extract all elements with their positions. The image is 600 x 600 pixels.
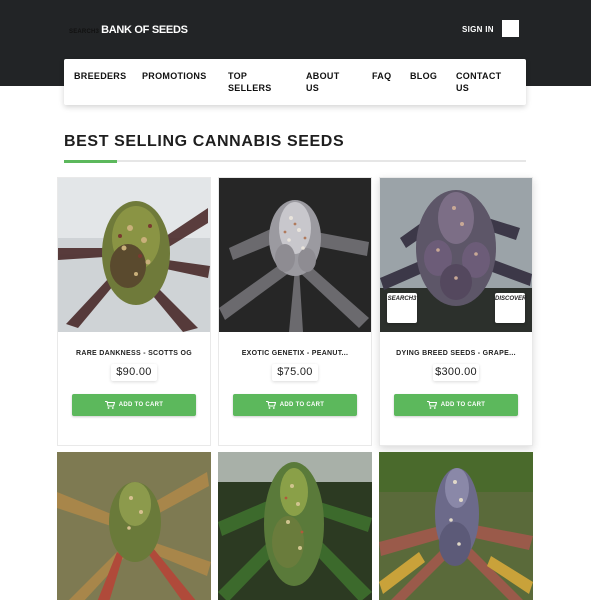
nav-faq[interactable]: FAQ — [372, 70, 391, 82]
product-image[interactable] — [218, 452, 372, 600]
logo-text: BANK OF SEEDS — [101, 24, 188, 36]
nav-label: ABOUT — [306, 71, 340, 81]
product-image[interactable] — [219, 178, 371, 332]
product-image[interactable] — [58, 178, 210, 332]
nav-breeders[interactable]: BREEDERS — [74, 70, 126, 82]
nav-label: FAQ — [372, 71, 392, 81]
discover-overlay-button[interactable]: DISCOVER — [495, 293, 526, 323]
add-to-cart-button[interactable]: ADD TO CART — [72, 394, 196, 416]
product-name[interactable]: EXOTIC GENETIX - PEANUT... — [219, 350, 371, 357]
main-nav: BREEDERS PROMOTIONS TOP SELLERS ABOUT US… — [64, 59, 526, 105]
product-card[interactable]: RARE DANKNESS - SCOTTS OG $90.00 ADD TO … — [57, 177, 211, 446]
nav-label: CONTACT — [456, 71, 502, 81]
nav-blog[interactable]: BLOG — [410, 70, 437, 82]
product-price: $300.00 — [433, 364, 479, 381]
section-title: BEST SELLING CANNABIS SEEDS — [64, 133, 345, 150]
sign-in-link[interactable]: SIGN IN — [462, 25, 494, 34]
nav-promotions[interactable]: PROMOTIONS — [142, 70, 207, 82]
cart-icon[interactable] — [502, 20, 519, 37]
product-name[interactable]: DYING BREED SEEDS - GRAPE... — [380, 350, 532, 357]
product-image[interactable] — [379, 452, 533, 600]
nav-label: US — [306, 83, 320, 93]
product-image[interactable] — [57, 452, 211, 600]
search-overlay-button[interactable]: SEARCH3 — [387, 293, 417, 323]
button-label: ADD TO CART — [118, 402, 164, 408]
cart-icon — [104, 401, 115, 409]
product-image[interactable]: SEARCH3 DISCOVER — [380, 178, 532, 332]
nav-label: BREEDERS — [74, 71, 127, 81]
nav-label: PROMOTIONS — [142, 71, 207, 81]
cart-icon — [426, 401, 437, 409]
nav-label: SELLERS — [228, 83, 272, 93]
product-card[interactable]: EXOTIC GENETIX - PEANUT... $75.00 ADD TO… — [218, 177, 372, 446]
product-price: $75.00 — [272, 364, 318, 381]
title-divider — [64, 160, 526, 162]
nav-label: TOP — [228, 71, 248, 81]
button-label: ADD TO CART — [279, 402, 325, 408]
nav-top-sellers[interactable]: TOP SELLERS — [228, 70, 272, 94]
product-card[interactable]: SEARCH3 DISCOVER DYING BREED SEEDS - GRA… — [379, 177, 533, 446]
add-to-cart-button[interactable]: ADD TO CART — [394, 394, 518, 416]
nav-label: US — [456, 83, 470, 93]
nav-contact-us[interactable]: CONTACT US — [456, 70, 501, 94]
add-to-cart-button[interactable]: ADD TO CART — [233, 394, 357, 416]
logo-small-text: SEARCH3 — [69, 29, 100, 35]
title-accent-bar — [64, 160, 117, 163]
nav-label: BLOG — [410, 71, 438, 81]
cart-icon — [265, 401, 276, 409]
nav-about-us[interactable]: ABOUT US — [306, 70, 340, 94]
product-price: $90.00 — [111, 364, 157, 381]
button-label: ADD TO CART — [440, 402, 486, 408]
product-name[interactable]: RARE DANKNESS - SCOTTS OG — [58, 350, 210, 357]
site-logo[interactable]: SEARCH3 BANK OF SEEDS — [69, 24, 188, 36]
